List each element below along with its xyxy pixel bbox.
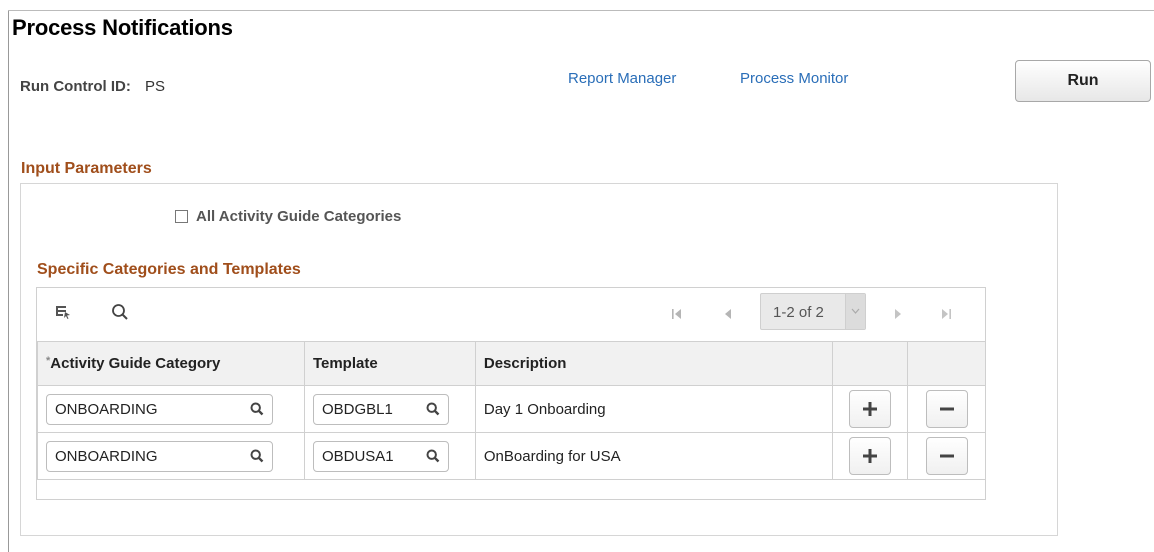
page-indicator-text: 1-2 of 2 <box>773 304 824 321</box>
column-header-category[interactable]: *Activity Guide Category <box>37 341 305 386</box>
template-value: OBDGBL1 <box>321 400 393 418</box>
all-categories-label: All Activity Guide Categories <box>196 208 402 225</box>
column-header-delete <box>907 341 986 386</box>
delete-cell <box>907 432 986 480</box>
description-cell: OnBoarding for USA <box>474 432 834 480</box>
previous-page-icon[interactable] <box>723 307 733 324</box>
first-page-icon[interactable] <box>671 307 683 324</box>
add-row-button[interactable] <box>849 437 892 475</box>
template-cell: OBDGBL1 <box>303 385 476 433</box>
magnifier-icon[interactable] <box>426 449 440 463</box>
delete-row-button[interactable] <box>925 437 968 475</box>
category-value: ONBOARDING <box>55 447 158 465</box>
table-row: ONBOARDING OBDGBL1 Day 1 Onboarding <box>37 385 986 433</box>
column-header-description[interactable]: Description <box>474 341 834 386</box>
table-header-row: *Activity Guide Category Template Descri… <box>37 341 986 386</box>
run-button[interactable]: Run <box>1015 60 1151 102</box>
specific-categories-title: Specific Categories and Templates <box>37 261 301 278</box>
plus-icon <box>863 402 878 416</box>
column-header-template[interactable]: Template <box>303 341 476 386</box>
delete-cell <box>907 385 986 433</box>
page-title: Process Notifications <box>12 15 233 40</box>
magnifier-icon[interactable] <box>426 402 440 416</box>
template-cell: OBDUSA1 <box>303 432 476 480</box>
page-border-left <box>8 10 9 552</box>
add-cell <box>832 432 909 480</box>
category-cell: ONBOARDING <box>37 432 305 480</box>
process-monitor-link[interactable]: Process Monitor <box>740 70 848 87</box>
all-categories-checkbox[interactable] <box>175 210 188 223</box>
run-control-value: PS <box>144 78 165 95</box>
last-page-icon[interactable] <box>940 307 952 324</box>
plus-icon <box>863 449 878 463</box>
magnifier-icon[interactable] <box>250 449 264 463</box>
category-value: ONBOARDING <box>55 400 158 418</box>
minus-icon <box>939 407 954 411</box>
run-control-label: Run Control ID: <box>20 78 131 95</box>
table-row: ONBOARDING OBDUSA1 OnBoarding for USA <box>37 432 986 480</box>
description-cell: Day 1 Onboarding <box>474 385 834 433</box>
next-page-icon[interactable] <box>893 307 903 324</box>
run-control: Run Control ID: PS <box>20 78 165 95</box>
category-input[interactable]: ONBOARDING <box>46 440 273 472</box>
categories-grid: 1-2 of 2 *Activity Guide Category Templa… <box>36 287 986 500</box>
categories-table: *Activity Guide Category Template Descri… <box>37 341 986 480</box>
chevron-down-icon[interactable] <box>845 294 865 329</box>
delete-row-button[interactable] <box>925 390 968 428</box>
category-cell: ONBOARDING <box>37 385 305 433</box>
magnifier-icon[interactable] <box>250 402 264 416</box>
add-row-button[interactable] <box>849 390 892 428</box>
minus-icon <box>939 454 954 458</box>
page-indicator[interactable]: 1-2 of 2 <box>760 293 866 330</box>
input-parameters-title: Input Parameters <box>21 160 152 177</box>
grid-toolbar: 1-2 of 2 <box>37 288 985 341</box>
template-input[interactable]: OBDUSA1 <box>312 440 449 472</box>
search-icon[interactable] <box>111 303 129 326</box>
report-manager-link[interactable]: Report Manager <box>568 70 676 87</box>
column-header-add <box>832 341 909 386</box>
template-value: OBDUSA1 <box>321 447 394 465</box>
grid-personalize-icon[interactable] <box>55 304 71 325</box>
add-cell <box>832 385 909 433</box>
page-border-top <box>8 10 1154 11</box>
category-input[interactable]: ONBOARDING <box>46 393 273 425</box>
all-categories-row: All Activity Guide Categories <box>175 208 401 225</box>
template-input[interactable]: OBDGBL1 <box>312 393 449 425</box>
